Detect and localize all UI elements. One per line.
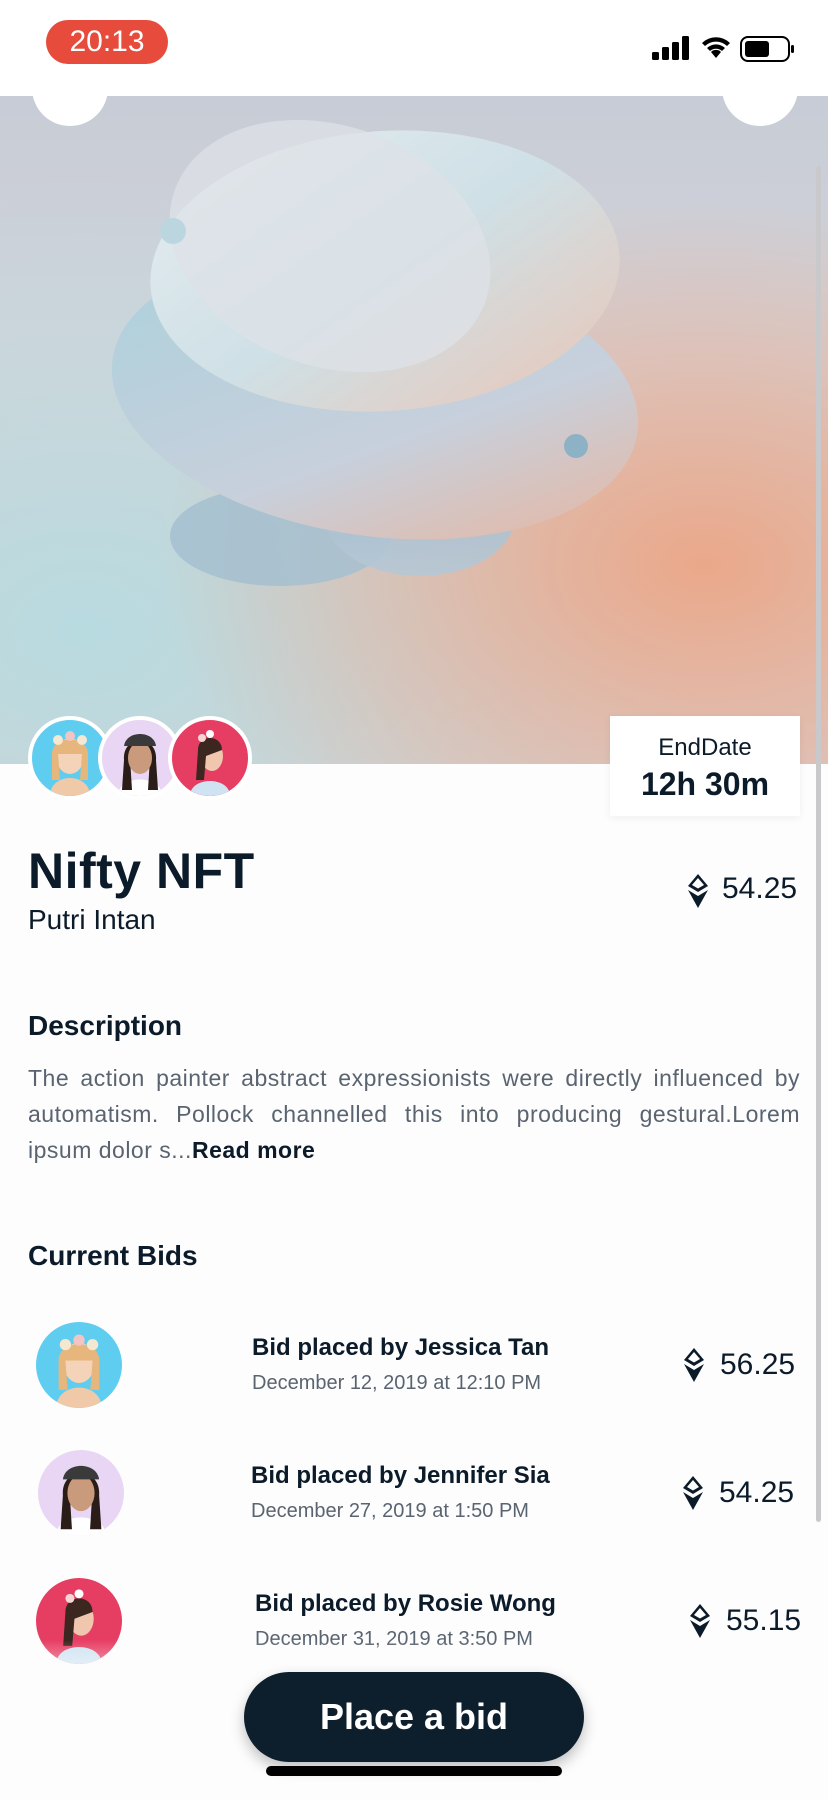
bid-date: December 27, 2019 at 1:50 PM	[251, 1500, 529, 1522]
place-bid-button[interactable]: Place a bid	[244, 1672, 584, 1762]
bid-date: December 12, 2019 at 12:10 PM	[252, 1372, 542, 1394]
ethereum-icon	[683, 1476, 703, 1510]
bidder-avatar	[38, 1450, 124, 1536]
bid-title: Bid placed by Jennifer Sia	[251, 1462, 550, 1489]
status-time: 20:13	[46, 20, 168, 64]
description-text: The action painter abstract expressionis…	[28, 1060, 800, 1168]
person-avatar-icon	[56, 1465, 106, 1536]
nft-title: Nifty NFT	[28, 843, 255, 899]
bid-title: Bid placed by Rosie Wong	[255, 1590, 556, 1617]
bid-row[interactable]: Bid placed by Jennifer Sia December 27, …	[0, 1446, 828, 1542]
end-date-label: EndDate	[658, 734, 752, 761]
end-date-value: 12h 30m	[640, 766, 770, 802]
bid-title: Bid placed by Jessica Tan	[252, 1334, 550, 1361]
person-avatar-icon	[50, 731, 90, 796]
cellular-signal-icon	[652, 36, 689, 60]
description-heading: Description	[28, 1010, 183, 1041]
person-avatar-icon	[190, 730, 230, 796]
bid-amount: 54.25	[719, 1476, 795, 1509]
battery-icon	[740, 36, 794, 62]
ethereum-icon	[690, 1604, 710, 1638]
nft-price: 54.25	[722, 872, 798, 905]
ethereum-icon	[684, 1348, 704, 1382]
person-avatar-icon	[56, 1334, 102, 1408]
bid-amount: 56.25	[720, 1348, 796, 1381]
read-more-link[interactable]: Read more	[192, 1137, 315, 1163]
ethereum-icon	[688, 874, 708, 908]
nft-artwork-image	[0, 96, 828, 764]
avatar[interactable]	[168, 716, 252, 800]
creator-name: Putri Intan	[28, 904, 156, 935]
bid-amount: 55.15	[726, 1604, 802, 1637]
wifi-icon	[702, 37, 730, 58]
person-avatar-icon	[118, 734, 162, 796]
scrollbar[interactable]	[816, 166, 821, 1522]
bid-row[interactable]: Bid placed by Jessica Tan December 12, 2…	[0, 1318, 828, 1414]
home-indicator[interactable]	[266, 1766, 562, 1776]
end-date-card: EndDate 12h 30m	[610, 716, 800, 816]
description-body: The action painter abstract expressionis…	[28, 1065, 800, 1163]
bidder-avatar	[36, 1322, 122, 1408]
current-bids-heading: Current Bids	[28, 1240, 198, 1271]
abstract-discs-illustration	[111, 119, 639, 586]
